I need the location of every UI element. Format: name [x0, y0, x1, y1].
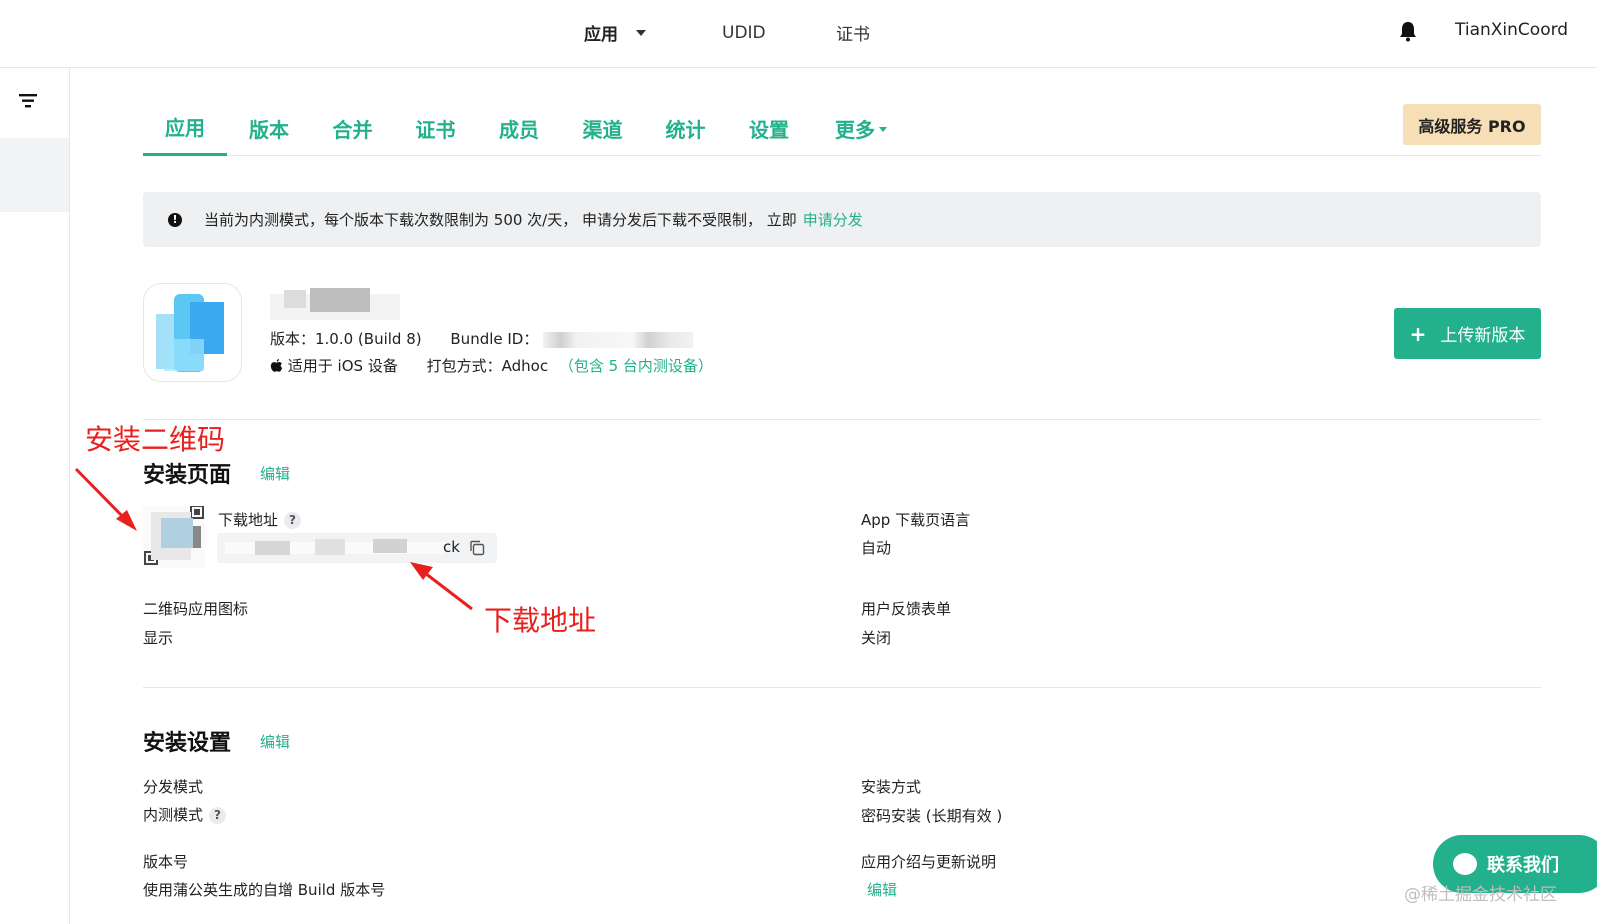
app-package-extra[interactable]: （包含 5 台内测设备）	[559, 357, 713, 375]
download-url-field[interactable]: ck	[217, 533, 497, 563]
tab-stats[interactable]: 统计	[644, 100, 727, 156]
upload-new-version-button[interactable]: + 上传新版本	[1394, 308, 1541, 359]
exclamation-icon: !	[168, 212, 182, 227]
tab-stats-label: 统计	[665, 117, 706, 142]
top-nav-app-label: 应用	[584, 25, 618, 45]
install-page-title: 安装页面	[143, 463, 232, 488]
app-icon-graphic	[156, 294, 224, 372]
app-version: 版本：1.0.0 (Build 8)	[270, 330, 422, 348]
top-nav-udid[interactable]: UDID	[722, 23, 766, 43]
tab-settings[interactable]: 设置	[727, 100, 811, 156]
app-version-line: 版本：1.0.0 (Build 8) Bundle ID：	[270, 328, 694, 349]
watermark: @稀土掘金技术社区	[1404, 885, 1557, 905]
top-nav: 应用 UDID 证书	[584, 20, 870, 46]
tab-more[interactable]: 更多	[811, 100, 911, 156]
filter-icon[interactable]	[19, 94, 37, 108]
top-nav-app[interactable]: 应用	[584, 20, 646, 45]
install-method-value: 密码安装 (长期有效 )	[861, 807, 1003, 825]
distribution-mode-value: 内测模式?	[143, 804, 227, 825]
install-method-label: 安装方式	[861, 778, 922, 796]
tab-more-label: 更多	[835, 117, 875, 142]
annotation-qr: 安装二维码	[85, 423, 226, 456]
download-url-blurred	[225, 539, 445, 555]
sidebar-active-block[interactable]	[0, 138, 69, 212]
app-package: 打包方式：Adhoc	[426, 357, 549, 375]
annotation-download: 下载地址	[484, 604, 597, 637]
install-settings-title: 安装设置	[143, 731, 232, 756]
feedback-form-label: 用户反馈表单	[861, 600, 952, 618]
download-lang-value: 自动	[861, 539, 892, 557]
chat-bubble-icon	[1453, 853, 1477, 875]
help-icon[interactable]: ?	[284, 512, 302, 529]
notice-text: 当前为内测模式，每个版本下载次数限制为 500 次/天， 申请分发后下载不受限制…	[204, 211, 797, 229]
app-name-blurred	[270, 288, 400, 320]
notice-banner: ! 当前为内测模式，每个版本下载次数限制为 500 次/天， 申请分发后下载不受…	[143, 192, 1541, 247]
tab-app[interactable]: 应用	[143, 100, 227, 156]
tab-cert-label: 证书	[415, 117, 456, 142]
arrow-line-qr	[74, 467, 130, 524]
user-name[interactable]: TianXinCoord	[1455, 20, 1568, 40]
download-url-tail: ck	[443, 538, 460, 556]
qr-code[interactable]	[143, 506, 205, 568]
distribution-mode-text: 内测模式	[143, 806, 204, 824]
install-settings-edit-link[interactable]: 编辑	[260, 731, 290, 752]
apple-icon	[270, 359, 283, 372]
tab-members-label: 成员	[499, 117, 539, 142]
plus-icon: +	[1409, 321, 1427, 346]
copy-icon[interactable]	[469, 540, 485, 556]
bundle-id-label: Bundle ID：	[450, 330, 539, 348]
tab-app-label: 应用	[165, 116, 205, 140]
pro-service-button[interactable]: 高级服务 PRO	[1403, 104, 1541, 145]
divider	[143, 687, 1541, 688]
arrow-line-download	[420, 568, 473, 611]
app-device: 适用于 iOS 设备	[287, 357, 398, 375]
download-url-label-text: 下载地址	[218, 511, 279, 529]
top-bar: 应用 UDID 证书 TianXinCoord	[0, 0, 1597, 68]
apply-distribution-link[interactable]: 申请分发	[803, 209, 863, 230]
build-number-value: 使用蒲公英生成的自增 Build 版本号	[143, 881, 386, 899]
tab-members[interactable]: 成员	[477, 100, 561, 156]
sidebar	[0, 68, 70, 924]
build-number-label: 版本号	[143, 853, 189, 871]
tab-settings-label: 设置	[749, 117, 789, 142]
tab-bar: 应用 版本 合并 证书 成员 渠道 统计 设置 更多	[143, 100, 1541, 156]
arrow-head-qr	[116, 510, 137, 531]
qr-icon-label: 二维码应用图标	[143, 600, 249, 618]
tab-version[interactable]: 版本	[227, 100, 311, 156]
download-lang-label: App 下载页语言	[861, 511, 971, 529]
feedback-form-value: 关闭	[861, 629, 892, 647]
distribution-mode-label: 分发模式	[143, 778, 204, 796]
tab-version-label: 版本	[249, 117, 289, 142]
top-nav-cert[interactable]: 证书	[836, 20, 870, 45]
app-icon	[143, 283, 242, 382]
chevron-down-icon[interactable]	[636, 29, 646, 36]
divider	[143, 419, 1541, 420]
caret-down-icon	[879, 127, 887, 132]
bundle-id-blurred	[543, 331, 694, 348]
download-url-label: 下载地址?	[218, 509, 302, 530]
app-device-line: 适用于 iOS 设备 打包方式：Adhoc （包含 5 台内测设备）	[270, 355, 713, 376]
tab-channels-label: 渠道	[582, 117, 623, 142]
bell-icon[interactable]	[1398, 20, 1418, 42]
tab-channels[interactable]: 渠道	[561, 100, 644, 156]
contact-us-label: 联系我们	[1487, 855, 1559, 876]
tab-merge[interactable]: 合并	[311, 100, 394, 156]
help-icon[interactable]: ?	[209, 807, 227, 824]
install-page-edit-link[interactable]: 编辑	[260, 463, 290, 484]
arrow-head-download	[410, 562, 433, 580]
app-description-edit-link[interactable]: 编辑	[867, 879, 897, 900]
tab-merge-label: 合并	[332, 117, 373, 142]
upload-new-version-label: 上传新版本	[1440, 326, 1526, 346]
qr-icon-value: 显示	[143, 629, 174, 647]
tab-cert[interactable]: 证书	[394, 100, 477, 156]
app-description-label: 应用介绍与更新说明	[861, 853, 997, 871]
